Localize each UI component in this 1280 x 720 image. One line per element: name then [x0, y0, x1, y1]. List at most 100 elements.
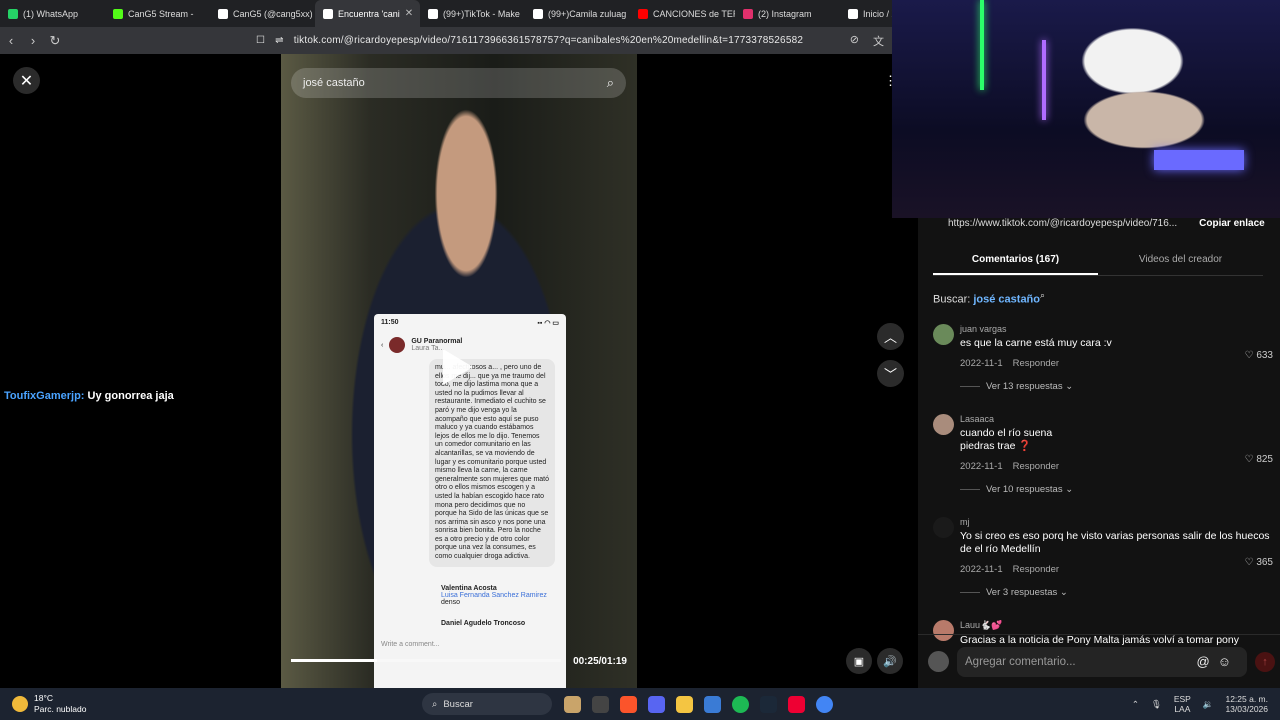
browser-tab[interactable]: (99+)TikTok - Make	[420, 0, 525, 27]
volume-icon[interactable]: 🔊	[877, 648, 903, 674]
play-icon[interactable]	[443, 349, 473, 385]
reply-button[interactable]: Responder	[1013, 358, 1059, 369]
weather-widget[interactable]: 18°C Parc. nublado	[0, 693, 130, 715]
system-tray: ⌃ 🎙 ESP LAA 🔉 12:25 a. m. 13/03/2026	[1132, 694, 1280, 714]
tab-favicon-icon	[323, 8, 333, 19]
video-time: 00:25/01:19	[573, 656, 627, 667]
browser-tab[interactable]: CANCIONES de TER	[630, 0, 735, 27]
like-count[interactable]: ♡ 825	[1245, 454, 1273, 465]
send-icon[interactable]: ↑	[1255, 651, 1275, 672]
phone-back-icon: ‹	[381, 341, 384, 349]
folder-icon[interactable]	[676, 695, 693, 713]
browser-tab[interactable]: Inicio / X	[840, 0, 892, 27]
tab-label: CANCIONES de TER	[653, 8, 735, 19]
browser-tab[interactable]: CanG5 Stream -	[105, 0, 210, 27]
forward-icon[interactable]: ›	[22, 33, 44, 48]
reply-button[interactable]: Responder	[1013, 564, 1059, 575]
commenter-name[interactable]: juan vargas	[960, 324, 1273, 334]
volume-tray-icon[interactable]: 🔉	[1203, 699, 1214, 710]
browser-tab[interactable]: CanG5 (@cang5xx)	[210, 0, 315, 27]
clock-date: 13/03/2026	[1225, 704, 1268, 714]
obs-icon[interactable]	[788, 695, 805, 713]
video-player[interactable]: josé castaño ⌕ 11:50 ▪▪ ◠ ▭ ‹ GU Paranor…	[281, 54, 637, 688]
like-count[interactable]: ♡ 365	[1245, 557, 1273, 568]
comment-text: es que la carne está muy cara :v	[960, 336, 1112, 349]
browser-tab[interactable]: Encuentra 'cani ✕	[315, 0, 420, 27]
previous-video-icon[interactable]: ︿	[877, 323, 904, 350]
like-count[interactable]: ♡ 633	[1245, 350, 1273, 361]
view-replies-button[interactable]: Ver 3 respuestas ⌄	[960, 587, 1273, 598]
task-view-icon[interactable]	[592, 695, 609, 713]
comment-search[interactable]: Buscar: josé castaño⌕	[933, 290, 1280, 306]
clock[interactable]: 12:25 a. m. 13/03/2026	[1225, 694, 1268, 714]
weather-icon	[12, 696, 28, 712]
write-comment: Write a comment...	[381, 640, 440, 648]
commenter-name[interactable]: mj	[960, 517, 1273, 527]
video-search-bar[interactable]: josé castaño ⌕	[291, 68, 626, 98]
tab-favicon-icon	[638, 8, 648, 19]
mic-icon[interactable]: 🎙	[1151, 699, 1162, 710]
view-replies-button[interactable]: Ver 13 respuestas ⌄	[960, 381, 1273, 392]
search-icon: ⌕	[432, 698, 438, 710]
search-term[interactable]: josé castaño	[973, 294, 1040, 306]
store-icon[interactable]	[704, 695, 721, 713]
address-bar: ‹ › ↻ ☐ ⇌ tiktok.com/@ricardoyepesp/vide…	[0, 27, 892, 54]
reply-text: denso	[441, 598, 461, 606]
comment-date: 2022-11-1	[960, 563, 1003, 575]
site-info-icon[interactable]: ⇌	[275, 35, 284, 46]
lang-code: ESP	[1173, 694, 1191, 704]
tab-label: CanG5 Stream -	[128, 8, 194, 19]
tab-label: Inicio / X	[863, 8, 892, 19]
back-icon[interactable]: ‹	[0, 33, 22, 48]
reload-icon[interactable]: ↻	[44, 33, 66, 49]
commenter-avatar[interactable]	[933, 413, 954, 435]
taskbar-apps	[564, 695, 833, 713]
led-strip	[1042, 40, 1046, 120]
commenter-avatar[interactable]	[933, 516, 954, 538]
weather-desc: Parc. nublado	[34, 704, 87, 714]
steam-icon[interactable]	[760, 695, 777, 713]
browser-tab[interactable]: (1) WhatsApp	[0, 0, 105, 27]
tab-favicon-icon	[743, 8, 753, 19]
close-icon[interactable]: ✕	[13, 67, 40, 94]
app-icon[interactable]	[564, 695, 581, 713]
commenter-name[interactable]: Lauu🐇💕	[960, 620, 1273, 631]
chrome-icon[interactable]	[816, 695, 833, 713]
mention-emoji-icons[interactable]: @☺	[1197, 654, 1239, 669]
reply-button[interactable]: Responder	[1013, 461, 1059, 472]
brave-icon[interactable]	[620, 695, 637, 713]
language-indicator[interactable]: ESP LAA	[1174, 694, 1191, 714]
spotify-icon[interactable]	[732, 695, 749, 713]
cast-icon[interactable]: ⊘	[850, 33, 859, 49]
browser-tab[interactable]: (2) Instagram	[735, 0, 840, 27]
tab-favicon-icon	[533, 8, 543, 19]
commenter-name[interactable]: Lasaaca	[960, 414, 1273, 424]
taskbar-search[interactable]: ⌕ Buscar	[422, 693, 552, 715]
tab-favicon-icon	[848, 8, 858, 19]
link-row: https://www.tiktok.com/@ricardoyepesp/vi…	[918, 218, 1280, 232]
view-replies-button[interactable]: Ver 10 respuestas ⌄	[960, 484, 1273, 495]
close-tab-icon[interactable]: ✕	[405, 8, 413, 19]
copy-link-button[interactable]: Copiar enlace	[1199, 218, 1265, 232]
progress-bar[interactable]	[291, 659, 561, 662]
miniplayer-icon[interactable]: ▣	[846, 648, 872, 674]
chat-user: ToufixGamerjp:	[4, 390, 85, 402]
browser-tab[interactable]: (99+)Camila zuluag	[525, 0, 630, 27]
add-comment-input[interactable]: Agregar comentario... @☺	[957, 646, 1247, 677]
tab-label: CanG5 (@cang5xx)	[233, 8, 313, 19]
bookmark-icon[interactable]: ☐	[256, 35, 265, 46]
tray-chevron-icon[interactable]: ⌃	[1132, 699, 1139, 710]
translate-icon[interactable]: 文	[873, 33, 884, 49]
taskbar: 18°C Parc. nublado ⌕ Buscar ⌃ 🎙 ESP LAA …	[0, 688, 1280, 720]
discord-icon[interactable]	[648, 695, 665, 713]
video-search-text: josé castaño	[303, 77, 365, 89]
search-icon[interactable]: ⌕	[607, 75, 614, 91]
url-text[interactable]: tiktok.com/@ricardoyepesp/video/71611739…	[294, 35, 803, 46]
comment-text: cuando el río suena piedras trae ❓	[960, 426, 1053, 452]
tab-creator-videos[interactable]: Videos del creador	[1098, 244, 1263, 275]
mic-light	[1154, 150, 1244, 170]
next-video-icon[interactable]: ﹀	[877, 360, 904, 387]
video-link: https://www.tiktok.com/@ricardoyepesp/vi…	[948, 218, 1178, 229]
commenter-avatar[interactable]	[933, 323, 954, 345]
tab-comments[interactable]: Comentarios (167)	[933, 244, 1098, 275]
